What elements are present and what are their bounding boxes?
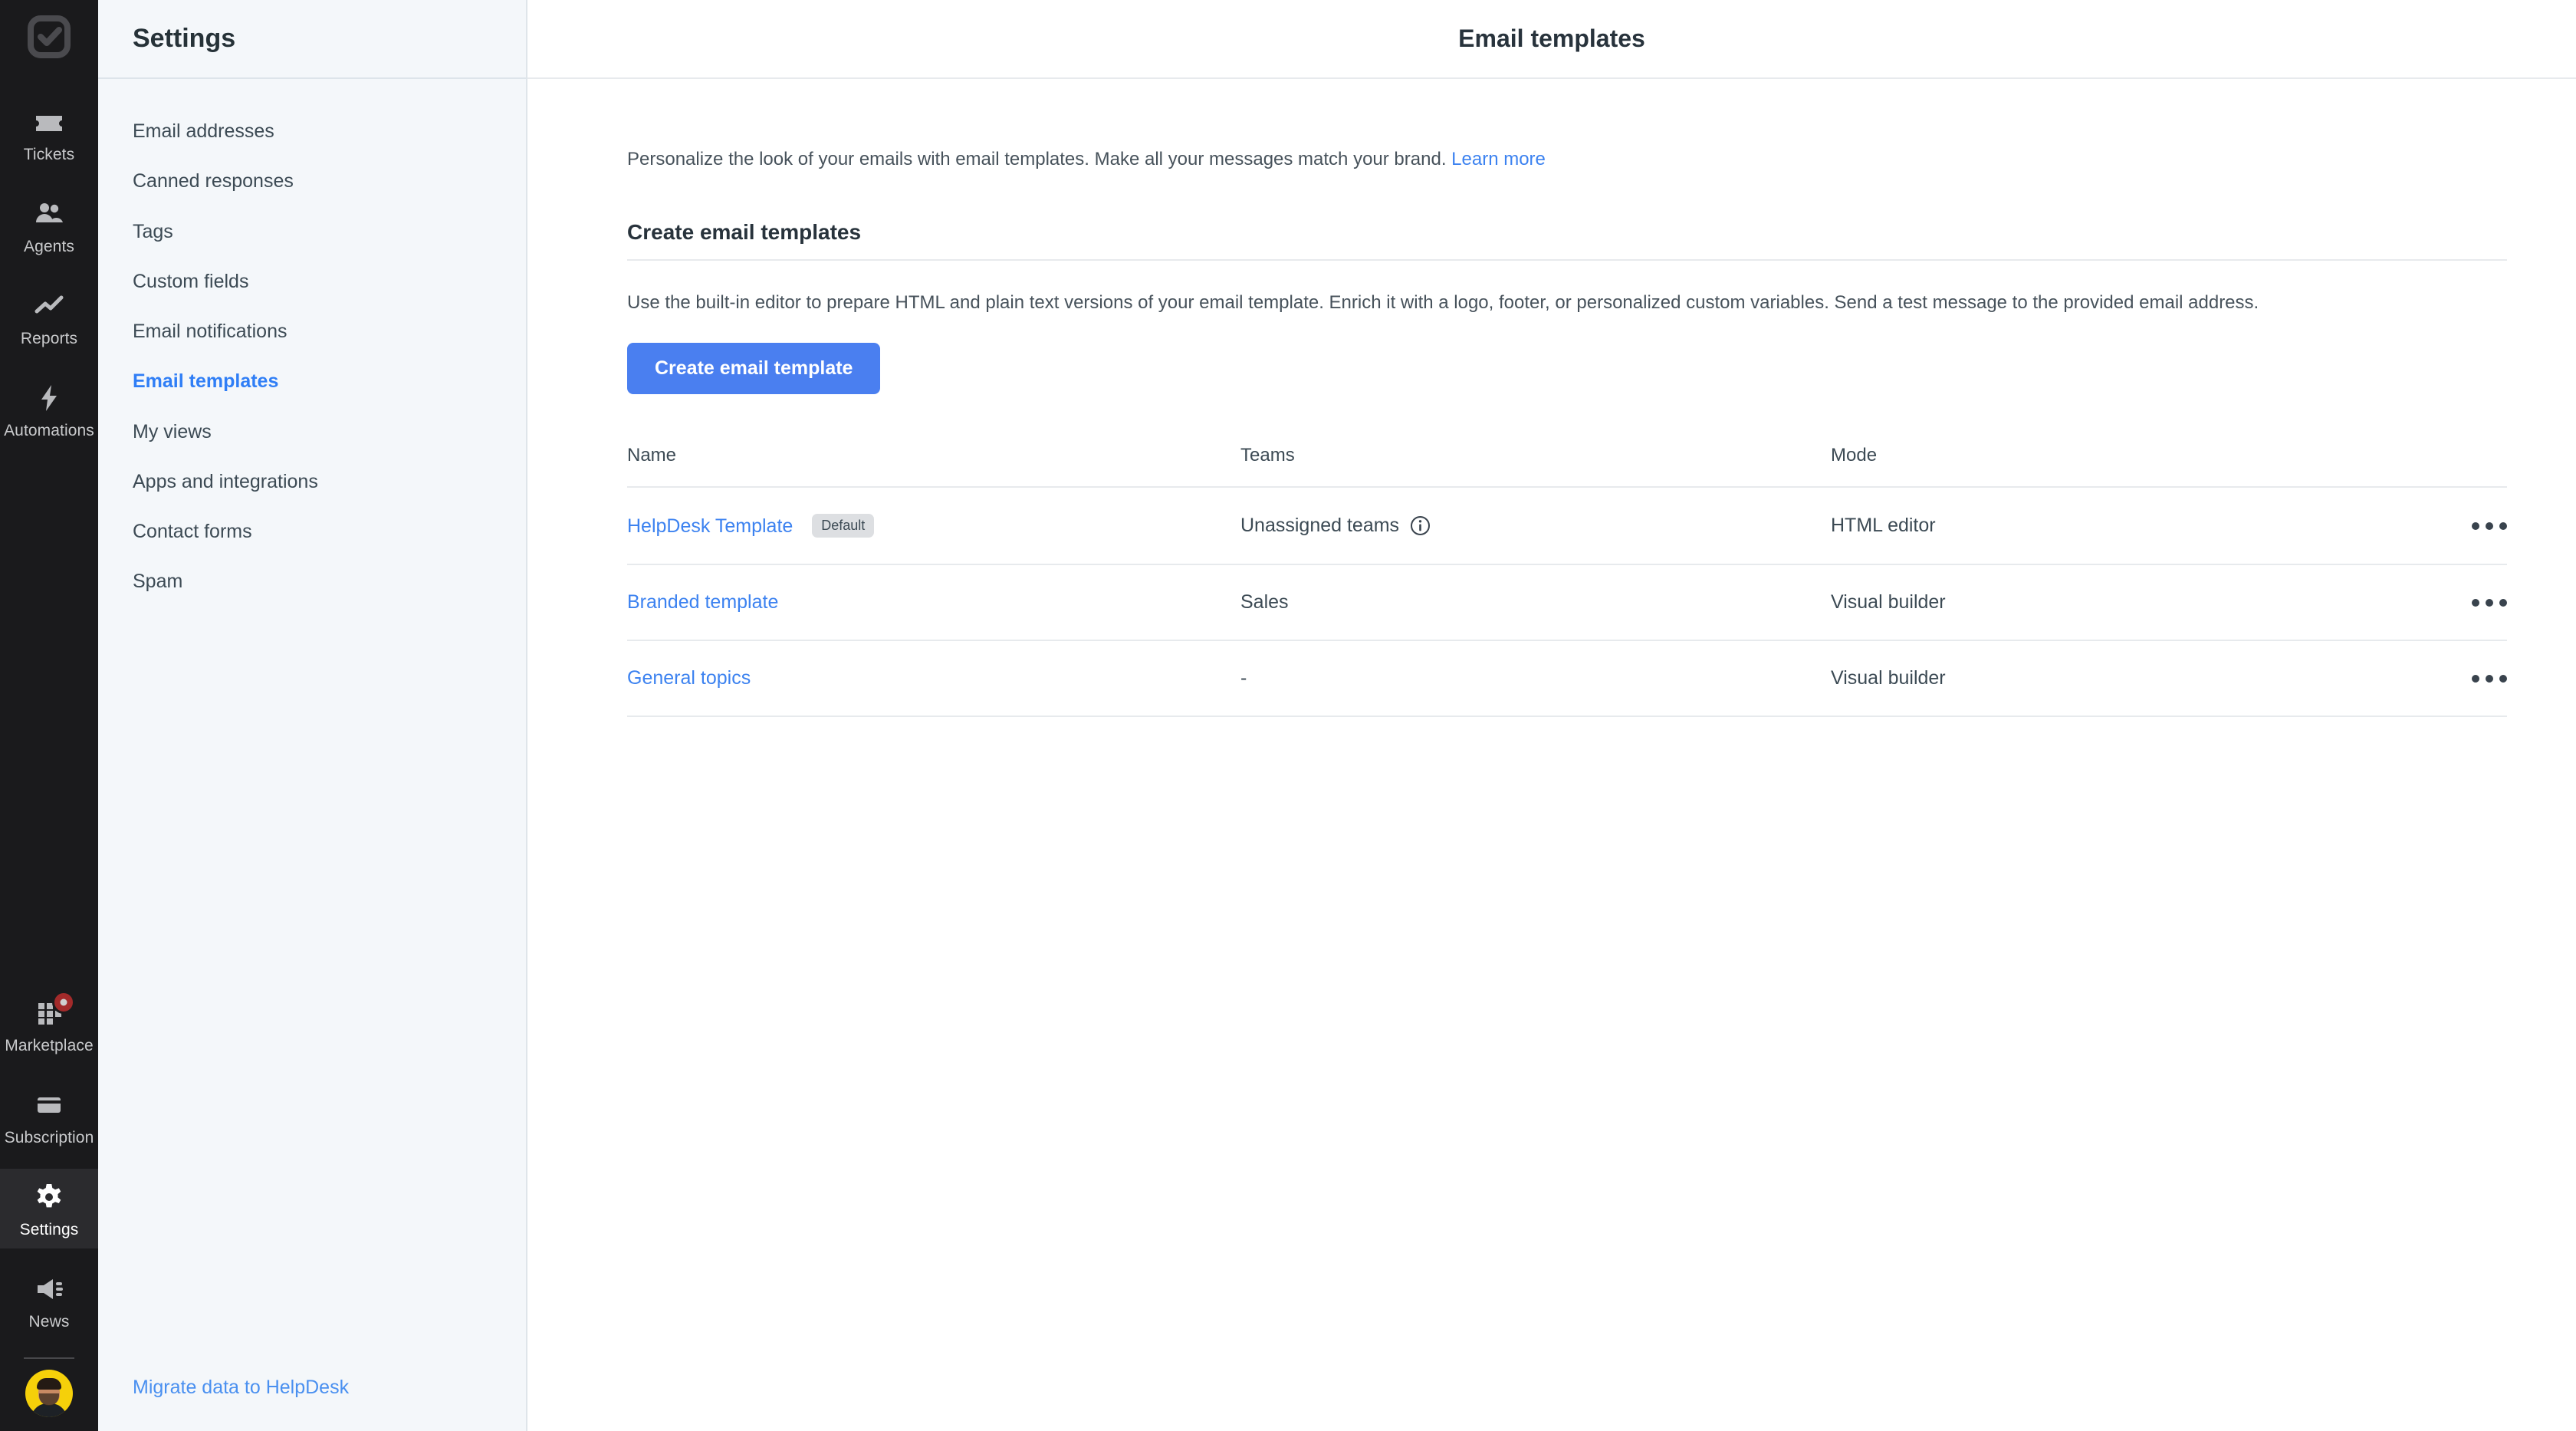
template-name-link[interactable]: General topics bbox=[627, 667, 751, 689]
intro-paragraph: Personalize the look of your emails with… bbox=[627, 146, 2507, 173]
cell-teams: Unassigned teams bbox=[1240, 487, 1831, 566]
cell-mode: Visual builder bbox=[1831, 640, 2415, 718]
table-row: General topics - Visual builder bbox=[627, 640, 2507, 718]
rail-item-reports[interactable]: Reports bbox=[0, 278, 98, 357]
column-header-teams: Teams bbox=[1240, 445, 1831, 489]
rail-divider bbox=[24, 1357, 74, 1359]
cell-name: Branded template bbox=[627, 564, 1240, 642]
column-header-mode: Mode bbox=[1831, 445, 2415, 489]
lightning-bolt-icon bbox=[31, 380, 67, 416]
cell-actions bbox=[2415, 487, 2507, 566]
cell-actions bbox=[2415, 640, 2507, 718]
cell-mode: HTML editor bbox=[1831, 487, 2415, 566]
sidebar-footer: Migrate data to HelpDesk bbox=[98, 1377, 526, 1431]
teams-value: Unassigned teams bbox=[1240, 515, 1400, 537]
rail-label-news: News bbox=[28, 1313, 70, 1331]
info-icon[interactable] bbox=[1410, 515, 1431, 536]
row-actions-menu-icon[interactable] bbox=[2415, 518, 2507, 535]
rail-label-agents: Agents bbox=[24, 238, 74, 255]
sidebar-item-apps-and-integrations[interactable]: Apps and integrations bbox=[98, 457, 526, 507]
rail-bottom-group: Marketplace Subscription Settings News bbox=[0, 985, 98, 1431]
cell-name: General topics bbox=[627, 640, 1240, 718]
helpdesk-checkbox-logo-icon[interactable] bbox=[26, 14, 72, 60]
cell-teams: Sales bbox=[1240, 564, 1831, 642]
rail-item-tickets[interactable]: Tickets bbox=[0, 94, 98, 173]
table-row: HelpDesk Template Default Unassigned tea… bbox=[627, 487, 2507, 566]
sidebar-item-email-notifications[interactable]: Email notifications bbox=[98, 307, 526, 357]
column-header-actions bbox=[2415, 445, 2507, 489]
sidebar-item-custom-fields[interactable]: Custom fields bbox=[98, 257, 526, 307]
sidebar-item-spam[interactable]: Spam bbox=[98, 557, 526, 607]
megaphone-icon bbox=[31, 1271, 67, 1307]
sidebar-item-tags[interactable]: Tags bbox=[98, 207, 526, 257]
cell-mode: Visual builder bbox=[1831, 564, 2415, 642]
avatar-hair bbox=[37, 1378, 61, 1390]
gear-icon bbox=[31, 1179, 67, 1215]
sidebar-item-email-templates[interactable]: Email templates bbox=[98, 357, 526, 406]
intro-text: Personalize the look of your emails with… bbox=[627, 149, 1447, 169]
page-title: Settings bbox=[133, 24, 236, 53]
sidebar-header: Settings bbox=[98, 0, 526, 79]
settings-sidebar: Settings Email addresses Canned response… bbox=[98, 0, 527, 1431]
main-content: Email templates Personalize the look of … bbox=[527, 0, 2576, 1431]
reports-chart-icon bbox=[31, 288, 67, 324]
section-description: Use the built-in editor to prepare HTML … bbox=[627, 291, 2259, 313]
rail-label-reports: Reports bbox=[20, 330, 78, 347]
email-templates-table: Name Teams Mode HelpDesk Template Defaul… bbox=[627, 445, 2507, 718]
row-actions-menu-icon[interactable] bbox=[2415, 594, 2507, 611]
rail-item-marketplace[interactable]: Marketplace bbox=[0, 985, 98, 1064]
rail-label-marketplace: Marketplace bbox=[5, 1037, 94, 1054]
cell-actions bbox=[2415, 564, 2507, 642]
rail-item-news[interactable]: News bbox=[0, 1261, 98, 1341]
agents-icon bbox=[31, 196, 67, 232]
avatar[interactable] bbox=[25, 1370, 73, 1417]
rail-item-subscription[interactable]: Subscription bbox=[0, 1077, 98, 1156]
sidebar-nav: Email addresses Canned responses Tags Cu… bbox=[98, 79, 526, 607]
rail-label-settings: Settings bbox=[19, 1221, 79, 1239]
main-page-title: Email templates bbox=[1458, 25, 1645, 52]
create-email-template-button[interactable]: Create email template bbox=[627, 343, 881, 395]
cell-name: HelpDesk Template Default bbox=[627, 487, 1240, 566]
table-row: Branded template Sales Visual builder bbox=[627, 564, 2507, 642]
template-name-link[interactable]: HelpDesk Template bbox=[627, 515, 793, 537]
learn-more-link[interactable]: Learn more bbox=[1451, 149, 1546, 169]
rail-label-tickets: Tickets bbox=[23, 146, 75, 163]
table-header-row: Name Teams Mode bbox=[627, 445, 2507, 489]
row-actions-menu-icon[interactable] bbox=[2415, 670, 2507, 687]
sidebar-item-canned-responses[interactable]: Canned responses bbox=[98, 156, 526, 206]
rail-item-automations[interactable]: Automations bbox=[0, 370, 98, 449]
rail-item-agents[interactable]: Agents bbox=[0, 186, 98, 265]
cell-teams: - bbox=[1240, 640, 1831, 718]
primary-nav-rail: Tickets Agents Reports Automations Marke… bbox=[0, 0, 98, 1431]
main-header: Email templates bbox=[527, 0, 2576, 79]
ticket-icon bbox=[31, 104, 67, 140]
main-body: Personalize the look of your emails with… bbox=[527, 146, 2576, 718]
column-header-name: Name bbox=[627, 445, 1240, 489]
sidebar-item-email-addresses[interactable]: Email addresses bbox=[98, 107, 526, 156]
sidebar-item-contact-forms[interactable]: Contact forms bbox=[98, 507, 526, 557]
status-badge: Default bbox=[812, 514, 875, 538]
rail-item-settings[interactable]: Settings bbox=[0, 1169, 98, 1248]
sidebar-item-my-views[interactable]: My views bbox=[98, 407, 526, 457]
migrate-data-link[interactable]: Migrate data to HelpDesk bbox=[133, 1377, 349, 1398]
template-name-link[interactable]: Branded template bbox=[627, 591, 778, 613]
credit-card-icon bbox=[31, 1087, 67, 1123]
rail-label-automations: Automations bbox=[4, 422, 94, 439]
section-title: Create email templates bbox=[627, 220, 2507, 261]
app-root: Tickets Agents Reports Automations Marke… bbox=[0, 0, 2576, 1431]
rail-label-subscription: Subscription bbox=[4, 1129, 94, 1146]
marketplace-notification-badge bbox=[52, 991, 75, 1014]
